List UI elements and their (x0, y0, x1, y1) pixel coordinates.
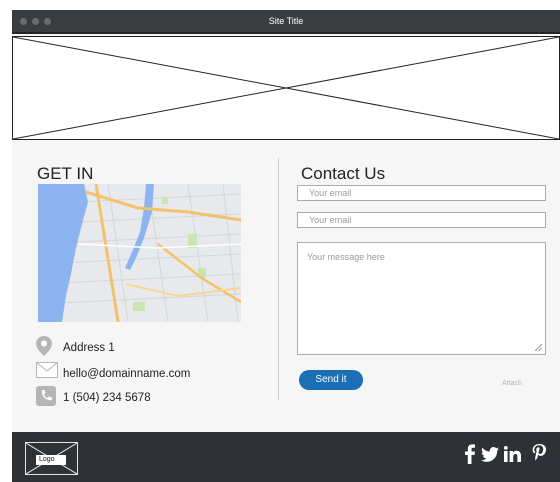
email-confirm-input[interactable]: Your email (297, 212, 546, 228)
linkedin-icon[interactable] (504, 446, 521, 462)
map-image[interactable] (38, 184, 241, 322)
message-placeholder: Your message here (307, 252, 385, 262)
facebook-icon[interactable] (465, 444, 475, 464)
phone-text[interactable]: 1 (504) 234 5678 (63, 392, 151, 404)
phone-icon (36, 386, 56, 406)
pinterest-icon[interactable] (532, 444, 546, 464)
column-divider (278, 158, 279, 400)
get-in-heading: GET IN (37, 164, 94, 183)
message-textarea[interactable]: Your message here (297, 242, 546, 355)
window-title: Site Title (268, 16, 304, 26)
address-text: Address 1 (63, 342, 115, 354)
email-input[interactable]: Your email (297, 185, 546, 201)
hero-image-placeholder (12, 36, 560, 140)
contact-us-heading: Contact Us (301, 164, 386, 183)
footer: Logo (12, 432, 560, 482)
mail-icon (36, 362, 58, 378)
logo-label: Logo (36, 455, 66, 465)
browser-window: Site Title GET IN Address 1 hello@domain… (12, 10, 560, 482)
logo-placeholder[interactable]: Logo (25, 442, 78, 475)
resize-handle-icon[interactable] (535, 344, 542, 351)
twitter-icon[interactable] (481, 447, 499, 462)
title-bar: Site Title (12, 10, 560, 34)
email-text[interactable]: hello@domainname.com (63, 368, 190, 380)
attach-link[interactable]: Attach (502, 380, 522, 387)
location-pin-icon (36, 336, 52, 356)
send-button[interactable]: Send it (299, 370, 363, 390)
